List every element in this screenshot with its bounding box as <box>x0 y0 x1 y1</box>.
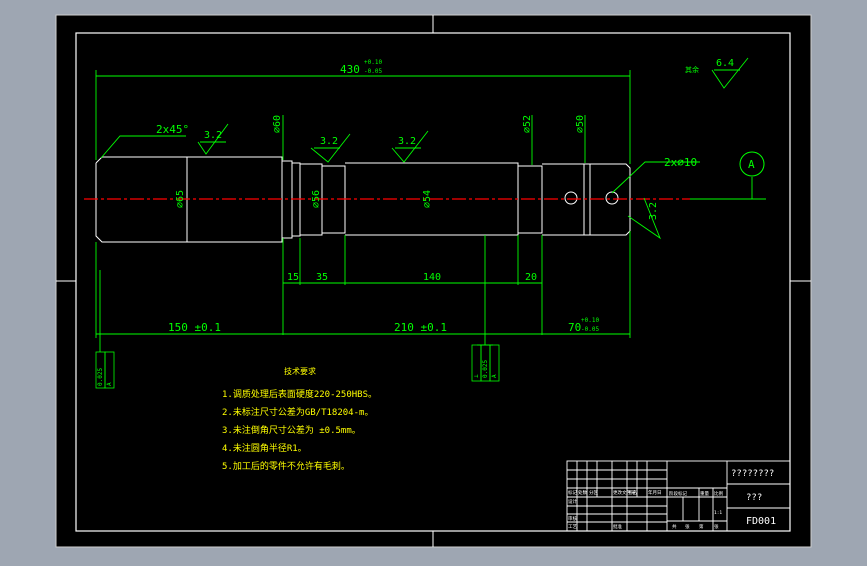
dim-len-150: 150 ±0.1 <box>168 321 221 334</box>
tb-label-4: 签名 <box>628 489 637 496</box>
tol-left-2: A <box>106 382 113 386</box>
tb-material: ??? <box>746 493 762 503</box>
dim-overall: 430 <box>340 63 360 76</box>
dim-dia-60: ⌀60 <box>272 115 283 133</box>
tb-approval-0: 设计 <box>568 498 577 505</box>
tol-left-1: 0.025 <box>97 368 104 386</box>
tb-label-0: 标记 <box>568 489 577 496</box>
tb-drawing-name: ???????? <box>731 469 774 479</box>
tb-approval-3: 批准 <box>613 523 622 530</box>
dim-chamfer: 2x45° <box>156 123 189 136</box>
tb-scale: 1:1 <box>714 510 722 516</box>
dim-seg-20: 20 <box>525 272 537 283</box>
note-4: 4.未注圆角半径R1。 <box>222 442 307 454</box>
tb-label-2: 分区 <box>589 489 598 496</box>
roughness-general-label: 其余 <box>685 65 699 74</box>
dim-len-70-tol-upper: +0.10 <box>581 317 599 324</box>
tol-mid-1: 0.025 <box>482 360 489 378</box>
tb-drawing-code: FD001 <box>746 516 776 527</box>
tb-approval-2: 工艺 <box>568 524 577 530</box>
tol-mid-2: A <box>491 374 498 378</box>
note-5: 5.加工后的零件不允许有毛刺。 <box>222 460 350 472</box>
tb-sheet-3: 张 <box>714 523 719 530</box>
roughness-general: 6.4 <box>716 58 734 69</box>
tb-approval-1: 审核 <box>568 515 577 522</box>
dim-overall-tol-upper: +0.10 <box>364 59 382 66</box>
dim-dia-50: ⌀50 <box>575 115 586 133</box>
cad-viewport[interactable]: 430 +0.10 -0.05 2x45° ⌀60 ⌀65 ⌀56 ⌀54 ⌀5… <box>0 0 867 562</box>
dim-dia-52: ⌀52 <box>522 115 533 133</box>
tb-stage-2: 比例 <box>714 490 723 497</box>
tol-mid-0: ⊥ <box>473 374 480 378</box>
note-3: 3.未注倒角尺寸公差为 ±0.5mm。 <box>222 424 361 436</box>
tb-sheet-1: 张 <box>685 523 690 530</box>
dim-len-70: 70 <box>568 321 581 334</box>
dim-len-70-tol-lower: -0.05 <box>581 326 599 333</box>
dim-seg-140: 140 <box>423 272 441 283</box>
tb-label-5: 年月日 <box>648 489 662 496</box>
tb-stage-0: 阶段标记 <box>669 490 687 497</box>
dim-overall-tol-lower: -0.05 <box>364 68 382 75</box>
tb-stage-1: 重量 <box>700 490 709 497</box>
dim-dia-54: ⌀54 <box>422 190 433 208</box>
tb-sheet-0: 共 <box>672 523 677 530</box>
dim-seg-15: 15 <box>287 272 299 283</box>
drawing-canvas[interactable]: 430 +0.10 -0.05 2x45° ⌀60 ⌀65 ⌀56 ⌀54 ⌀5… <box>0 0 867 562</box>
note-2: 2.未标注尺寸公差为GB/T18204-m。 <box>222 406 373 418</box>
dim-dia-65: ⌀65 <box>175 190 186 208</box>
roughness-3: 3.2 <box>398 136 416 147</box>
roughness-2: 3.2 <box>320 136 338 147</box>
roughness-4: 3.2 <box>648 202 659 220</box>
notes-title: 技术要求 <box>284 366 316 376</box>
datum-label: A <box>748 158 755 171</box>
tb-sheet-2: 第 <box>699 523 704 530</box>
tb-label-1: 处数 <box>578 489 587 496</box>
note-1: 1.调质处理后表面硬度220-250HBS。 <box>222 388 377 400</box>
dim-len-210: 210 ±0.1 <box>394 321 447 334</box>
dim-seg-35: 35 <box>316 272 328 283</box>
dim-hole: 2x⌀10 <box>664 156 697 169</box>
roughness-1: 3.2 <box>204 130 222 141</box>
dim-dia-56: ⌀56 <box>311 190 322 208</box>
